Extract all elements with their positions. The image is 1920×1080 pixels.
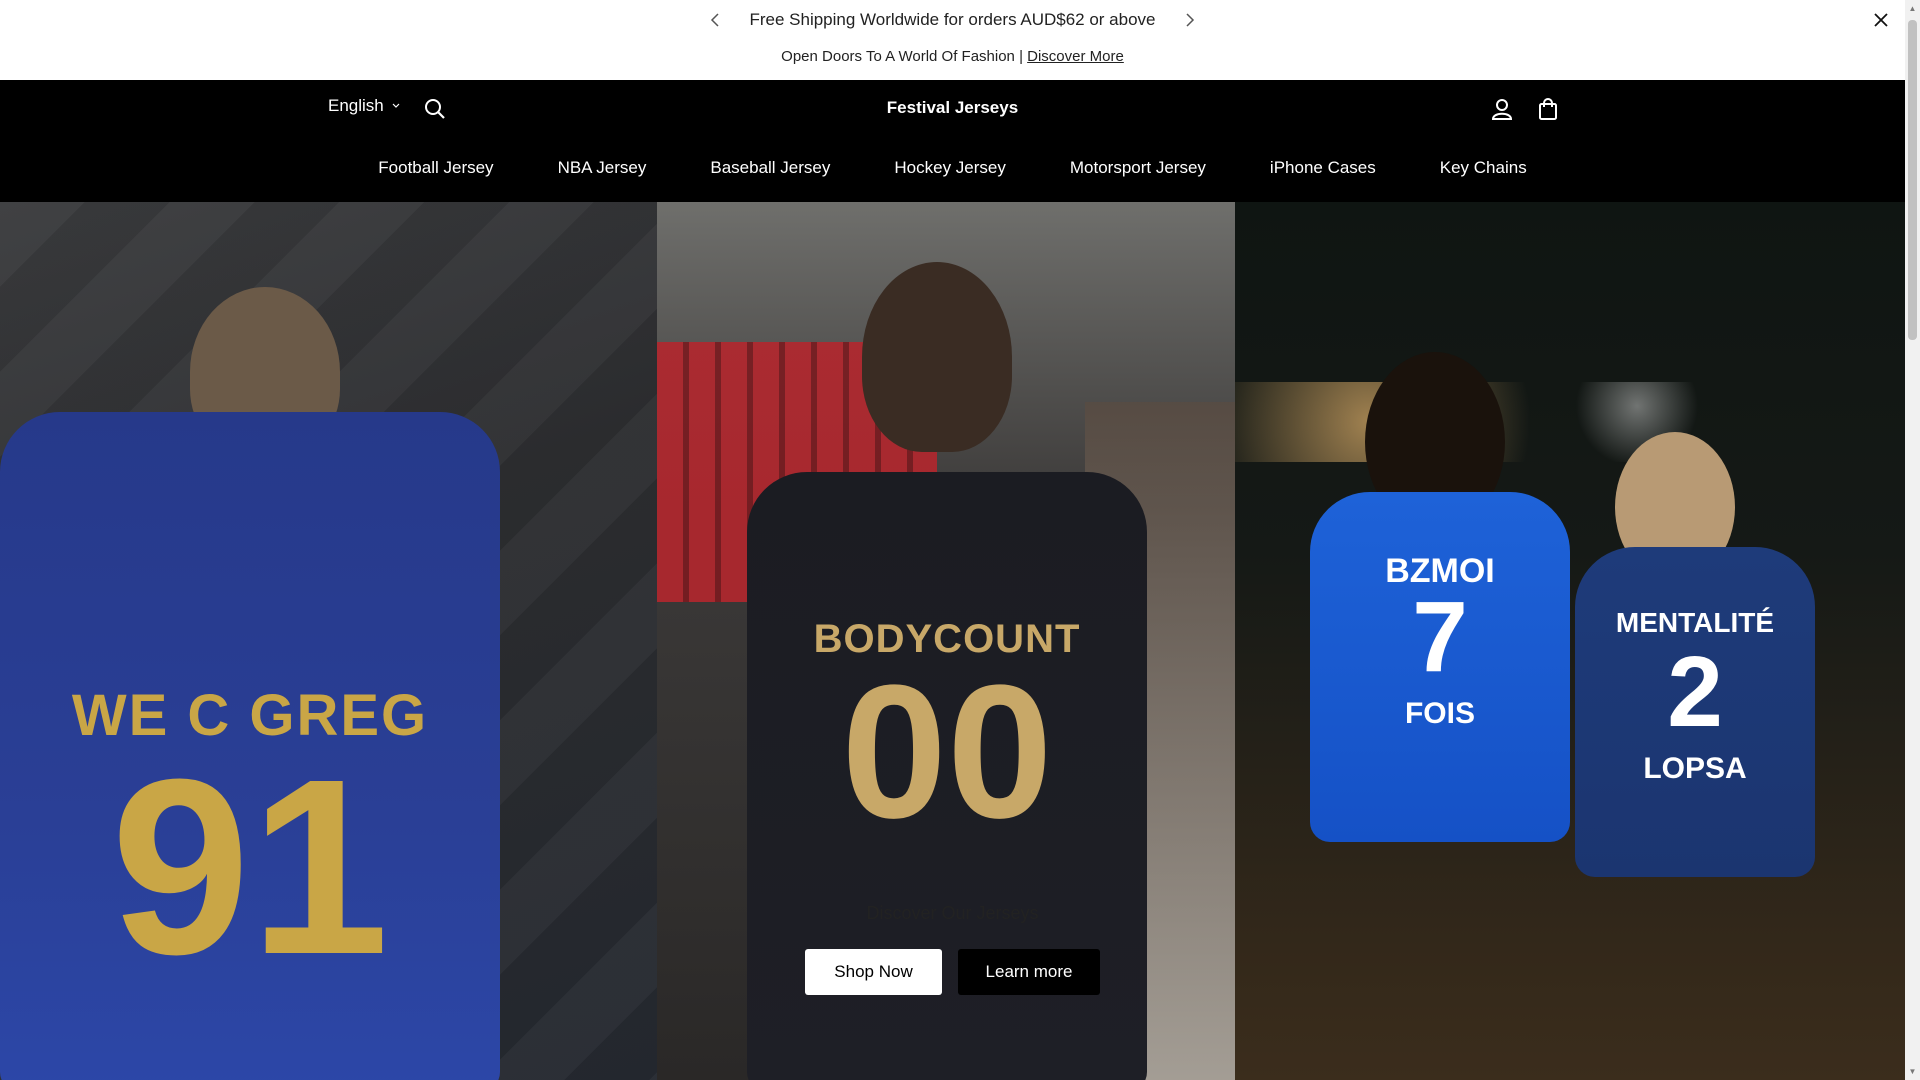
shop-now-button[interactable]: Shop Now [805, 949, 942, 995]
account-button[interactable] [1490, 97, 1514, 121]
hero-image-night: BZMOI 7 FOIS MENTALITÉ 2 LOPSA [1235, 202, 1905, 1080]
jersey-back: WE C GREG 91 [0, 412, 500, 1080]
street-lights [1235, 382, 1905, 462]
jersey-subtext: FOIS [1404, 697, 1475, 730]
scrollbar-thumb[interactable] [1908, 20, 1917, 340]
announcement-prev-button[interactable] [705, 10, 725, 30]
announcement-next-button[interactable] [1180, 10, 1200, 30]
nav-football-jersey[interactable]: Football Jersey [346, 158, 525, 178]
announcement-secondary: Open Doors To A World Of Fashion | Disco… [0, 48, 1905, 65]
user-icon [1491, 99, 1513, 120]
chevron-left-icon [710, 13, 719, 27]
announcement-message-row: Free Shipping Worldwide for orders AUD$6… [0, 0, 1905, 40]
announcement-message: Free Shipping Worldwide for orders AUD$6… [749, 10, 1156, 29]
hero-title: Discover Our Jerseys [866, 903, 1039, 923]
nav-iphone-cases[interactable]: iPhone Cases [1238, 158, 1408, 178]
jersey-number: 91 [110, 727, 390, 1006]
jersey-back: MENTALITÉ 2 LOPSA [1575, 547, 1815, 877]
nav-motorsport-jersey[interactable]: Motorsport Jersey [1038, 158, 1238, 178]
nav-nba-jersey[interactable]: NBA Jersey [526, 158, 679, 178]
announcement-bar: Free Shipping Worldwide for orders AUD$6… [0, 0, 1905, 80]
jersey-number: 00 [841, 646, 1053, 858]
main-navigation: Football Jersey NBA Jersey Baseball Jers… [0, 158, 1905, 178]
discover-more-link[interactable]: Discover More [1027, 48, 1124, 65]
scroll-down-arrow[interactable]: ▼ [1908, 1067, 1917, 1076]
hero-image-gym: WE C GREG 91 [0, 202, 657, 1080]
learn-more-button[interactable]: Learn more [958, 949, 1100, 995]
jersey-back: BZMOI 7 FOIS [1310, 492, 1570, 842]
shopping-bag-icon [1539, 98, 1557, 120]
hero-banner: WE C GREG 91 BODYCOUNT 00 BZMOI 7 FOIS M [0, 202, 1905, 1080]
jersey-name: MENTALITÉ [1615, 607, 1775, 638]
nav-key-chains[interactable]: Key Chains [1408, 158, 1559, 178]
nav-baseball-jersey[interactable]: Baseball Jersey [678, 158, 862, 178]
site-header: English Festival Jerseys Football Jersey… [0, 80, 1905, 202]
announcement-close-button[interactable] [1869, 8, 1893, 32]
page-scrollbar[interactable]: ▲ ▼ [1905, 0, 1920, 1080]
jersey-number: 2 [1667, 636, 1723, 748]
scroll-up-arrow[interactable]: ▲ [1908, 4, 1917, 13]
cart-button[interactable] [1536, 97, 1560, 121]
person-head [862, 262, 1012, 452]
brand-logo[interactable]: Festival Jerseys [0, 98, 1905, 118]
page: Free Shipping Worldwide for orders AUD$6… [0, 0, 1905, 1080]
hero-image-theater: BODYCOUNT 00 [657, 202, 1235, 1080]
close-icon [1874, 13, 1888, 27]
nav-hockey-jersey[interactable]: Hockey Jersey [862, 158, 1037, 178]
jersey-subtext: LOPSA [1643, 752, 1747, 785]
jersey-number: 7 [1412, 581, 1468, 693]
announcement-secondary-text: Open Doors To A World Of Fashion | [781, 48, 1023, 65]
chevron-right-icon [1186, 13, 1195, 27]
